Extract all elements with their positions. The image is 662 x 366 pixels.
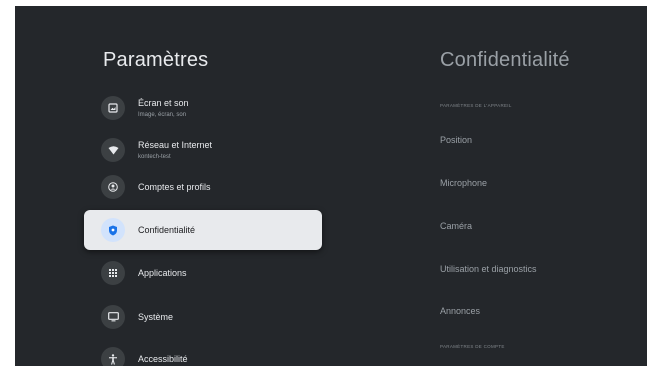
monitor-icon — [101, 305, 125, 329]
menu-item-label: Comptes et profils — [138, 182, 211, 192]
menu-item-accessibilite[interactable]: Accessibilité — [84, 339, 322, 366]
detail-title: Confidentialité — [440, 49, 570, 71]
account-icon — [101, 175, 125, 199]
page-title: Paramètres — [103, 49, 209, 71]
wifi-icon — [101, 138, 125, 162]
tv-settings-screen: Paramètres Écran et son Image, écran, so… — [15, 6, 647, 366]
apps-grid-icon — [101, 261, 125, 285]
menu-item-label: Confidentialité — [138, 225, 196, 235]
detail-item-microphone[interactable]: Microphone — [440, 178, 487, 188]
menu-item-comptes-et-profils[interactable]: Comptes et profils — [84, 167, 322, 207]
menu-item-label: Accessibilité — [138, 354, 188, 364]
detail-item-position[interactable]: Position — [440, 135, 472, 145]
menu-item-subtitle: kontech-test — [138, 154, 171, 160]
accessibility-icon — [101, 347, 125, 366]
menu-item-systeme[interactable]: Système — [84, 297, 322, 337]
menu-item-subtitle: Image, écran, son — [138, 112, 187, 118]
menu-item-applications[interactable]: Applications — [84, 253, 322, 293]
menu-item-label: Écran et son — [138, 98, 189, 108]
menu-item-reseau-et-internet[interactable]: Réseau et Internet kontech-test — [84, 130, 322, 170]
detail-item-annonces[interactable]: Annonces — [440, 306, 480, 316]
detail-item-usage-diagnostics[interactable]: Utilisation et diagnostics — [440, 264, 537, 274]
menu-item-label: Réseau et Internet — [138, 140, 213, 150]
section-header-account: PARAMÈTRES DE COMPTE — [440, 344, 505, 349]
shield-icon — [101, 218, 125, 242]
detail-item-camera[interactable]: Caméra — [440, 221, 472, 231]
menu-item-ecran-et-son[interactable]: Écran et son Image, écran, son — [84, 88, 322, 128]
menu-item-confidentialite[interactable]: Confidentialité — [84, 210, 322, 250]
menu-item-label: Applications — [138, 268, 187, 278]
section-header-device: PARAMÈTRES DE L'APPAREIL — [440, 103, 512, 108]
display-icon — [101, 96, 125, 120]
menu-item-label: Système — [138, 312, 174, 322]
